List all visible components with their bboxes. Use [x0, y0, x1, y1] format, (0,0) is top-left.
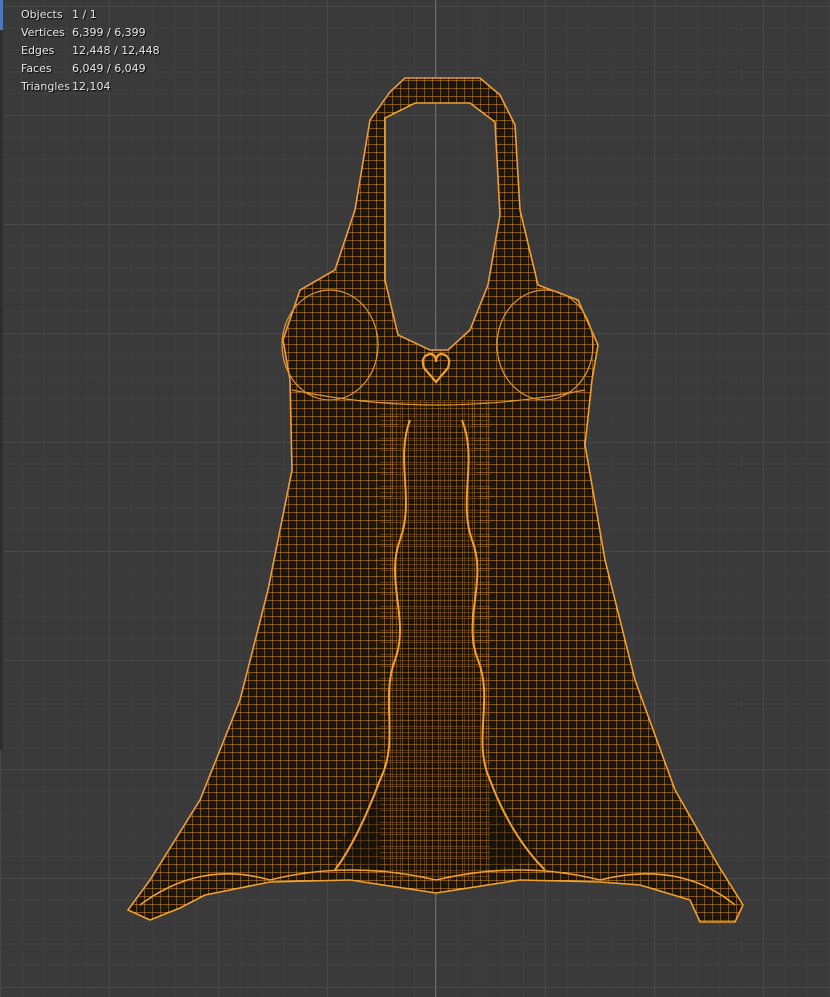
stat-label: Objects: [21, 8, 63, 21]
dress-wireframe-mesh[interactable]: [0, 0, 830, 997]
stat-value: 12,104: [72, 80, 111, 93]
stat-triangles: Triangles 12,104: [21, 78, 160, 96]
stat-objects: Objects 1 / 1: [21, 6, 160, 24]
stat-label: Vertices: [21, 26, 65, 39]
stat-value: 6,049 / 6,049: [72, 62, 146, 75]
stat-label: Edges: [21, 44, 55, 57]
stat-faces: Faces 6,049 / 6,049: [21, 60, 160, 78]
stat-label: Triangles: [21, 80, 70, 93]
stat-vertices: Vertices 6,399 / 6,399: [21, 24, 160, 42]
stat-value: 12,448 / 12,448: [72, 44, 160, 57]
stat-edges: Edges 12,448 / 12,448: [21, 42, 160, 60]
3d-viewport[interactable]: Objects 1 / 1 Vertices 6,399 / 6,399 Edg…: [0, 0, 830, 997]
stat-value: 6,399 / 6,399: [72, 26, 146, 39]
stat-label: Faces: [21, 62, 52, 75]
stat-value: 1 / 1: [72, 8, 97, 21]
statistics-overlay: Objects 1 / 1 Vertices 6,399 / 6,399 Edg…: [21, 6, 160, 96]
